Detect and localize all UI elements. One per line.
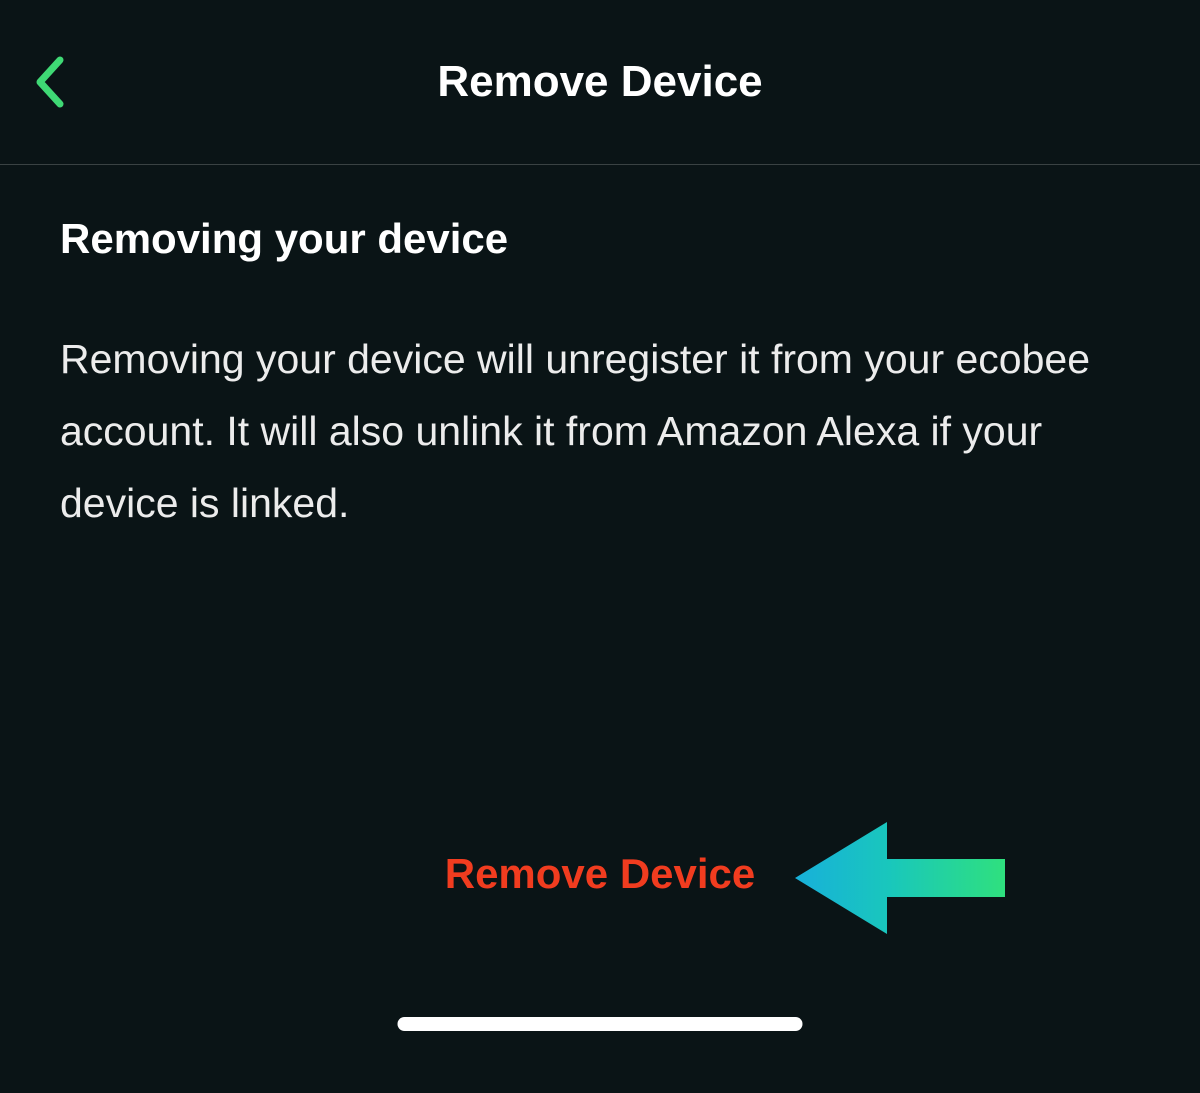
annotation-arrow-icon — [795, 822, 1005, 934]
remove-device-button[interactable]: Remove Device — [445, 850, 756, 898]
home-indicator[interactable] — [398, 1017, 803, 1031]
page-title: Remove Device — [437, 57, 762, 107]
body-text: Removing your device will unregister it … — [60, 323, 1140, 539]
section-heading: Removing your device — [60, 215, 1140, 263]
back-button[interactable] — [24, 52, 74, 112]
content-area: Removing your device Removing your devic… — [0, 165, 1200, 539]
chevron-left-icon — [32, 55, 66, 109]
header-bar: Remove Device — [0, 0, 1200, 165]
